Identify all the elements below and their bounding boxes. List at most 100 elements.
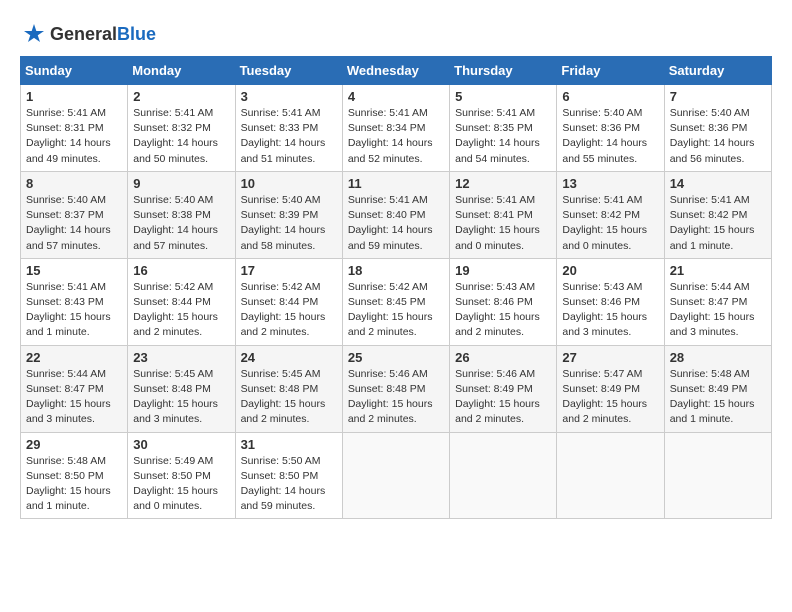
daylight: Daylight: 14 hours and 57 minutes.	[133, 224, 218, 251]
day-info: Sunrise: 5:41 AM Sunset: 8:31 PM Dayligh…	[26, 106, 122, 167]
day-number: 2	[133, 89, 229, 104]
calendar-cell: 30 Sunrise: 5:49 AM Sunset: 8:50 PM Dayl…	[128, 432, 235, 519]
sunrise: Sunrise: 5:41 AM	[455, 107, 535, 119]
sunrise: Sunrise: 5:48 AM	[670, 368, 750, 380]
sunrise: Sunrise: 5:41 AM	[241, 107, 321, 119]
sunset: Sunset: 8:50 PM	[26, 470, 104, 482]
sunrise: Sunrise: 5:41 AM	[670, 194, 750, 206]
day-number: 28	[670, 350, 766, 365]
weekday-header: Tuesday	[235, 57, 342, 85]
day-number: 10	[241, 176, 337, 191]
calendar-cell: 22 Sunrise: 5:44 AM Sunset: 8:47 PM Dayl…	[21, 345, 128, 432]
day-number: 16	[133, 263, 229, 278]
calendar-week-row: 29 Sunrise: 5:48 AM Sunset: 8:50 PM Dayl…	[21, 432, 772, 519]
calendar-week-row: 1 Sunrise: 5:41 AM Sunset: 8:31 PM Dayli…	[21, 85, 772, 172]
sunrise: Sunrise: 5:42 AM	[241, 281, 321, 293]
daylight: Daylight: 15 hours and 1 minute.	[26, 485, 111, 512]
day-info: Sunrise: 5:41 AM Sunset: 8:35 PM Dayligh…	[455, 106, 551, 167]
daylight: Daylight: 15 hours and 2 minutes.	[348, 311, 433, 338]
sunrise: Sunrise: 5:40 AM	[562, 107, 642, 119]
sunrise: Sunrise: 5:44 AM	[670, 281, 750, 293]
sunset: Sunset: 8:47 PM	[26, 383, 104, 395]
calendar-cell	[450, 432, 557, 519]
calendar-cell	[664, 432, 771, 519]
day-number: 27	[562, 350, 658, 365]
daylight: Daylight: 15 hours and 3 minutes.	[26, 398, 111, 425]
sunset: Sunset: 8:35 PM	[455, 122, 533, 134]
sunrise: Sunrise: 5:47 AM	[562, 368, 642, 380]
weekday-header: Thursday	[450, 57, 557, 85]
sunset: Sunset: 8:45 PM	[348, 296, 426, 308]
day-number: 15	[26, 263, 122, 278]
daylight: Daylight: 14 hours and 55 minutes.	[562, 137, 647, 164]
sunset: Sunset: 8:48 PM	[241, 383, 319, 395]
calendar-cell: 2 Sunrise: 5:41 AM Sunset: 8:32 PM Dayli…	[128, 85, 235, 172]
sunset: Sunset: 8:42 PM	[562, 209, 640, 221]
day-info: Sunrise: 5:42 AM Sunset: 8:44 PM Dayligh…	[133, 280, 229, 341]
daylight: Daylight: 14 hours and 52 minutes.	[348, 137, 433, 164]
day-number: 1	[26, 89, 122, 104]
sunrise: Sunrise: 5:41 AM	[26, 107, 106, 119]
sunset: Sunset: 8:44 PM	[133, 296, 211, 308]
sunset: Sunset: 8:50 PM	[241, 470, 319, 482]
day-number: 6	[562, 89, 658, 104]
sunset: Sunset: 8:31 PM	[26, 122, 104, 134]
day-info: Sunrise: 5:42 AM Sunset: 8:44 PM Dayligh…	[241, 280, 337, 341]
calendar-cell: 17 Sunrise: 5:42 AM Sunset: 8:44 PM Dayl…	[235, 258, 342, 345]
sunrise: Sunrise: 5:40 AM	[670, 107, 750, 119]
daylight: Daylight: 15 hours and 2 minutes.	[562, 398, 647, 425]
day-info: Sunrise: 5:48 AM Sunset: 8:50 PM Dayligh…	[26, 454, 122, 515]
calendar-cell: 4 Sunrise: 5:41 AM Sunset: 8:34 PM Dayli…	[342, 85, 449, 172]
weekday-header: Saturday	[664, 57, 771, 85]
day-info: Sunrise: 5:41 AM Sunset: 8:41 PM Dayligh…	[455, 193, 551, 254]
daylight: Daylight: 15 hours and 2 minutes.	[133, 311, 218, 338]
day-number: 26	[455, 350, 551, 365]
daylight: Daylight: 15 hours and 1 minute.	[26, 311, 111, 338]
sunrise: Sunrise: 5:41 AM	[133, 107, 213, 119]
daylight: Daylight: 14 hours and 50 minutes.	[133, 137, 218, 164]
sunrise: Sunrise: 5:41 AM	[562, 194, 642, 206]
calendar-cell: 3 Sunrise: 5:41 AM Sunset: 8:33 PM Dayli…	[235, 85, 342, 172]
sunrise: Sunrise: 5:50 AM	[241, 455, 321, 467]
calendar-cell: 18 Sunrise: 5:42 AM Sunset: 8:45 PM Dayl…	[342, 258, 449, 345]
calendar-cell: 7 Sunrise: 5:40 AM Sunset: 8:36 PM Dayli…	[664, 85, 771, 172]
calendar-cell: 1 Sunrise: 5:41 AM Sunset: 8:31 PM Dayli…	[21, 85, 128, 172]
daylight: Daylight: 14 hours and 59 minutes.	[348, 224, 433, 251]
calendar-cell: 13 Sunrise: 5:41 AM Sunset: 8:42 PM Dayl…	[557, 171, 664, 258]
daylight: Daylight: 15 hours and 3 minutes.	[670, 311, 755, 338]
day-number: 19	[455, 263, 551, 278]
sunset: Sunset: 8:32 PM	[133, 122, 211, 134]
day-number: 24	[241, 350, 337, 365]
day-number: 14	[670, 176, 766, 191]
calendar-cell: 10 Sunrise: 5:40 AM Sunset: 8:39 PM Dayl…	[235, 171, 342, 258]
daylight: Daylight: 15 hours and 2 minutes.	[455, 311, 540, 338]
daylight: Daylight: 14 hours and 59 minutes.	[241, 485, 326, 512]
day-number: 25	[348, 350, 444, 365]
calendar-week-row: 15 Sunrise: 5:41 AM Sunset: 8:43 PM Dayl…	[21, 258, 772, 345]
sunrise: Sunrise: 5:43 AM	[562, 281, 642, 293]
daylight: Daylight: 14 hours and 57 minutes.	[26, 224, 111, 251]
day-info: Sunrise: 5:41 AM Sunset: 8:43 PM Dayligh…	[26, 280, 122, 341]
daylight: Daylight: 14 hours and 51 minutes.	[241, 137, 326, 164]
day-info: Sunrise: 5:41 AM Sunset: 8:42 PM Dayligh…	[670, 193, 766, 254]
daylight: Daylight: 15 hours and 3 minutes.	[133, 398, 218, 425]
sunset: Sunset: 8:49 PM	[455, 383, 533, 395]
day-number: 11	[348, 176, 444, 191]
sunrise: Sunrise: 5:49 AM	[133, 455, 213, 467]
daylight: Daylight: 15 hours and 0 minutes.	[455, 224, 540, 251]
sunrise: Sunrise: 5:44 AM	[26, 368, 106, 380]
day-number: 20	[562, 263, 658, 278]
calendar-cell: 31 Sunrise: 5:50 AM Sunset: 8:50 PM Dayl…	[235, 432, 342, 519]
calendar-cell: 12 Sunrise: 5:41 AM Sunset: 8:41 PM Dayl…	[450, 171, 557, 258]
sunset: Sunset: 8:37 PM	[26, 209, 104, 221]
day-number: 12	[455, 176, 551, 191]
calendar-cell: 8 Sunrise: 5:40 AM Sunset: 8:37 PM Dayli…	[21, 171, 128, 258]
sunset: Sunset: 8:42 PM	[670, 209, 748, 221]
weekday-header: Monday	[128, 57, 235, 85]
day-info: Sunrise: 5:47 AM Sunset: 8:49 PM Dayligh…	[562, 367, 658, 428]
day-info: Sunrise: 5:40 AM Sunset: 8:37 PM Dayligh…	[26, 193, 122, 254]
day-info: Sunrise: 5:41 AM Sunset: 8:42 PM Dayligh…	[562, 193, 658, 254]
day-number: 18	[348, 263, 444, 278]
sunset: Sunset: 8:46 PM	[455, 296, 533, 308]
day-info: Sunrise: 5:41 AM Sunset: 8:34 PM Dayligh…	[348, 106, 444, 167]
